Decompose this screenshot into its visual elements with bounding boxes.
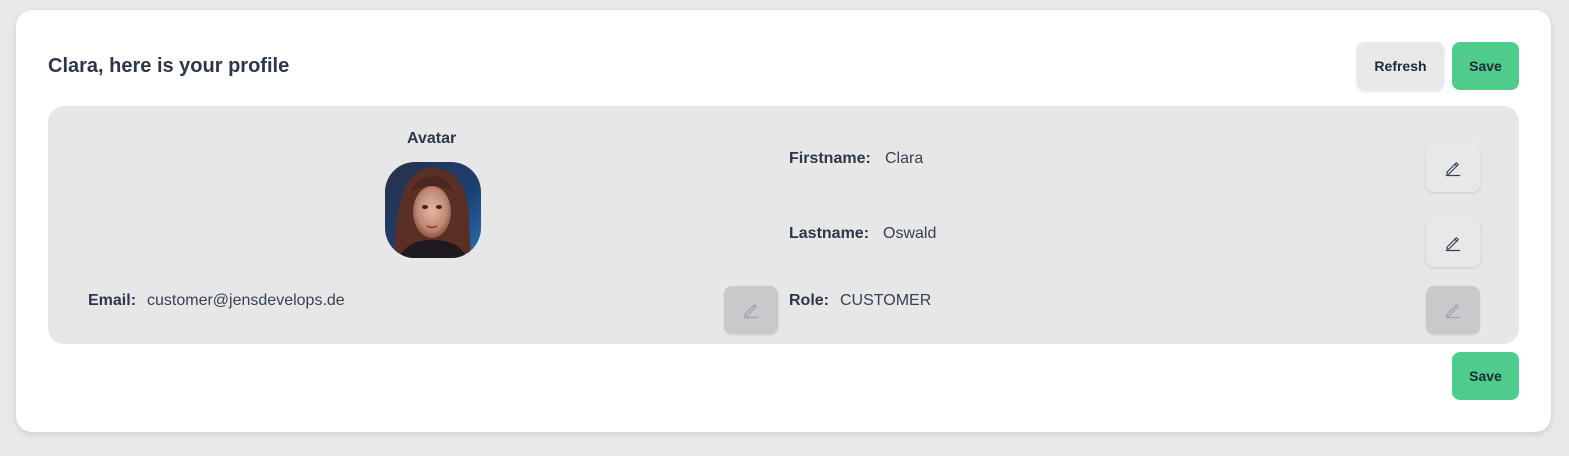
refresh-button[interactable]: Refresh <box>1357 42 1444 90</box>
avatar[interactable] <box>385 162 481 258</box>
edit-email-button <box>724 286 778 334</box>
pencil-icon <box>743 304 759 319</box>
save-button-bottom[interactable]: Save <box>1452 352 1519 400</box>
edit-firstname-button[interactable] <box>1426 144 1480 192</box>
avatar-label: Avatar <box>407 130 457 147</box>
lastname-value: Oswald <box>883 225 937 242</box>
pencil-icon <box>1445 237 1461 252</box>
email-value: customer@jensdevelops.de <box>147 292 345 309</box>
page-title: Clara, here is your profile <box>48 55 290 77</box>
pencil-icon <box>1445 304 1461 319</box>
profile-card: Clara, here is your profile Refresh Save… <box>16 10 1551 432</box>
role-value: CUSTOMER <box>840 292 932 309</box>
edit-lastname-button[interactable] <box>1426 219 1480 267</box>
pencil-icon <box>1445 162 1461 177</box>
save-button-top[interactable]: Save <box>1452 42 1519 90</box>
firstname-label: Firstname: <box>789 150 871 167</box>
firstname-value: Clara <box>885 150 924 167</box>
profile-panel: Avatar Firstname: Clara Lastname: Oswald… <box>48 106 1519 344</box>
edit-role-button <box>1426 286 1480 334</box>
email-label: Email: <box>88 292 137 309</box>
lastname-label: Lastname: <box>789 225 870 242</box>
role-label: Role: <box>789 292 829 309</box>
